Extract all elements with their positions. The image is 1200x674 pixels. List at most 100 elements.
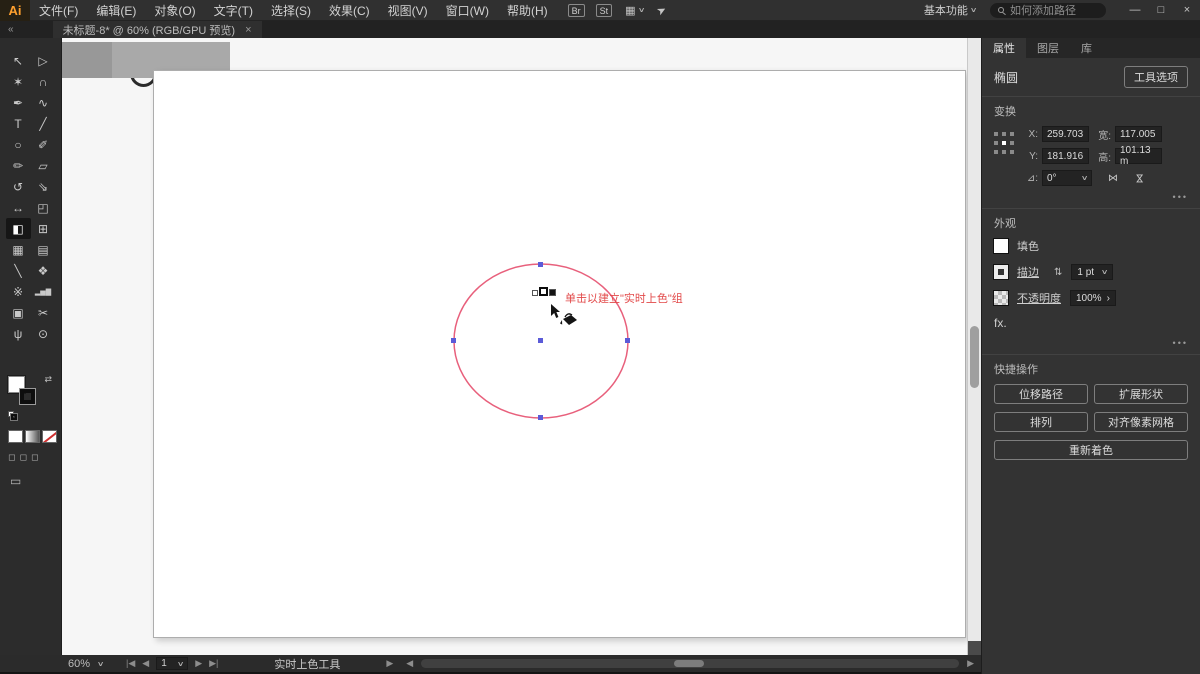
stroke-color-swatch[interactable]	[19, 388, 36, 405]
offset-path-button[interactable]: 位移路径	[994, 384, 1088, 404]
gradient-tool[interactable]: ▤	[31, 239, 56, 260]
vertical-scrollbar[interactable]	[967, 38, 981, 655]
tool-options-button[interactable]: 工具选项	[1124, 66, 1188, 88]
bridge-button[interactable]: Br	[567, 3, 585, 17]
transform-more-options[interactable]: •••	[994, 192, 1188, 202]
hand-tool[interactable]: ψ	[6, 323, 31, 344]
zoom-tool[interactable]: ⊙	[31, 323, 56, 344]
menu-item-effect[interactable]: 效果(C)	[320, 2, 379, 19]
anchor-point-bottom[interactable]	[538, 415, 543, 420]
menu-item-edit[interactable]: 编辑(E)	[87, 2, 145, 19]
slice-tool[interactable]: ✂	[31, 302, 56, 323]
horizontal-scrollbar-thumb[interactable]	[674, 660, 704, 667]
line-segment-tool[interactable]: ╱	[31, 113, 56, 134]
recolor-button[interactable]: 重新着色	[994, 440, 1188, 460]
scroll-left-icon[interactable]: ◀	[406, 658, 413, 669]
collapse-panel-icon[interactable]: «	[8, 24, 13, 35]
stroke-color-swatch[interactable]	[994, 265, 1008, 279]
scroll-right-icon[interactable]: ▶	[967, 658, 974, 669]
center-point[interactable]	[538, 338, 543, 343]
stock-button[interactable]: St	[595, 3, 613, 17]
effects-button[interactable]: fx.	[994, 316, 1188, 330]
constrain-proportions-icon[interactable]: ∞	[1158, 162, 1200, 170]
draw-inside-mode-icon[interactable]: ◻	[31, 452, 38, 463]
live-paint-bucket-tool[interactable]: ◧	[5, 218, 31, 239]
flip-vertical-button[interactable]: ⋈	[1134, 173, 1145, 183]
maximize-button[interactable]: □	[1148, 4, 1174, 16]
symbol-sprayer-tool[interactable]: ※	[6, 281, 31, 302]
first-artboard-button[interactable]: |◀	[126, 658, 135, 669]
x-input[interactable]: 259.703	[1042, 126, 1089, 142]
search-input[interactable]: 如何添加路径	[990, 2, 1106, 18]
column-graph-tool[interactable]: ▂▅▇	[31, 281, 56, 302]
flip-horizontal-button[interactable]: ⋈	[1108, 173, 1118, 184]
perspective-grid-tool[interactable]: ⊞	[31, 218, 56, 239]
draw-behind-mode-icon[interactable]: ◻	[19, 452, 26, 463]
opacity-panel-link[interactable]: 不透明度	[1017, 290, 1061, 306]
previous-artboard-button[interactable]: ◀	[142, 658, 149, 669]
eyedropper-tool[interactable]: ╲	[6, 260, 31, 281]
menu-item-select[interactable]: 选择(S)	[262, 2, 320, 19]
opacity-select[interactable]: 100% ›	[1070, 290, 1116, 306]
tab-layers[interactable]: 图层	[1026, 38, 1070, 58]
anchor-point-top[interactable]	[538, 262, 543, 267]
reference-point-locator[interactable]	[994, 132, 1015, 192]
y-input[interactable]: 181.916	[1042, 148, 1089, 164]
share-button[interactable]: ➤	[655, 3, 669, 18]
next-artboard-button[interactable]: ▶	[195, 658, 202, 669]
pen-tool[interactable]: ✒	[6, 92, 31, 113]
menu-item-file[interactable]: 文件(F)	[30, 2, 87, 19]
scroll-right-icon[interactable]: ▶	[386, 658, 393, 669]
tab-libraries[interactable]: 库	[1070, 38, 1103, 58]
selection-tool[interactable]: ↖	[6, 50, 31, 71]
opacity-icon[interactable]	[994, 291, 1008, 305]
ellipse-tool[interactable]: ○	[6, 134, 31, 155]
menu-item-help[interactable]: 帮助(H)	[498, 2, 557, 19]
eraser-tool[interactable]: ▱	[31, 155, 56, 176]
type-tool[interactable]: T	[6, 113, 31, 134]
width-input[interactable]: 117.005	[1115, 126, 1162, 142]
stroke-weight-stepper[interactable]: ⇅	[1054, 267, 1062, 278]
last-artboard-button[interactable]: ▶|	[209, 658, 218, 669]
free-transform-tool[interactable]: ◰	[31, 197, 56, 218]
canvas-area[interactable]: 单击以建立"实时上色"组	[62, 38, 967, 655]
curvature-tool[interactable]: ∿	[31, 92, 56, 113]
close-tab-icon[interactable]: ×	[245, 24, 251, 36]
align-to-pixel-grid-button[interactable]: 对齐像素网格	[1094, 412, 1188, 432]
minimize-button[interactable]: —	[1122, 4, 1148, 16]
default-fill-stroke-icon[interactable]	[8, 411, 18, 421]
arrange-documents-button[interactable]: ▦ ∨	[625, 4, 645, 17]
lasso-tool[interactable]: ∩	[31, 71, 56, 92]
artboard-tool[interactable]: ▣	[6, 302, 31, 323]
shaper-tool[interactable]: ✏	[6, 155, 31, 176]
draw-normal-mode-icon[interactable]: ◻	[8, 452, 15, 463]
fill-color-swatch[interactable]	[994, 239, 1008, 253]
height-input[interactable]: 101.13 m	[1115, 145, 1162, 167]
menu-item-view[interactable]: 视图(V)	[379, 2, 437, 19]
rotation-select[interactable]: 0° ∨	[1042, 170, 1092, 186]
anchor-point-right[interactable]	[625, 338, 630, 343]
menu-item-type[interactable]: 文字(T)	[205, 2, 262, 19]
illustrator-logo[interactable]: Ai	[0, 0, 30, 21]
scale-tool[interactable]: ⇘	[31, 176, 56, 197]
blend-tool[interactable]: ❖	[31, 260, 56, 281]
none-button[interactable]	[42, 430, 57, 443]
document-tab[interactable]: 未标题-8* @ 60% (RGB/GPU 预览) ×	[52, 21, 262, 38]
screen-mode-button[interactable]: ▭	[10, 474, 21, 488]
magic-wand-tool[interactable]: ✶	[6, 71, 31, 92]
menu-item-object[interactable]: 对象(O)	[145, 2, 204, 19]
stroke-panel-link[interactable]: 描边	[1017, 264, 1039, 280]
menu-item-window[interactable]: 窗口(W)	[437, 2, 498, 19]
artboard-number-select[interactable]: 1 ∨	[156, 657, 189, 670]
paintbrush-tool[interactable]: ✐	[31, 134, 56, 155]
appearance-more-options[interactable]: •••	[994, 338, 1188, 348]
expand-shape-button[interactable]: 扩展形状	[1094, 384, 1188, 404]
anchor-point-left[interactable]	[451, 338, 456, 343]
workspace-switcher[interactable]: 基本功能 ∨	[924, 2, 977, 18]
stroke-weight-select[interactable]: 1 pt ∨	[1071, 264, 1114, 280]
rotate-tool[interactable]: ↺	[6, 176, 31, 197]
direct-selection-tool[interactable]: ▷	[31, 50, 56, 71]
vertical-scrollbar-thumb[interactable]	[970, 326, 979, 388]
close-window-button[interactable]: ×	[1174, 4, 1200, 16]
mesh-tool[interactable]: ▦	[6, 239, 31, 260]
